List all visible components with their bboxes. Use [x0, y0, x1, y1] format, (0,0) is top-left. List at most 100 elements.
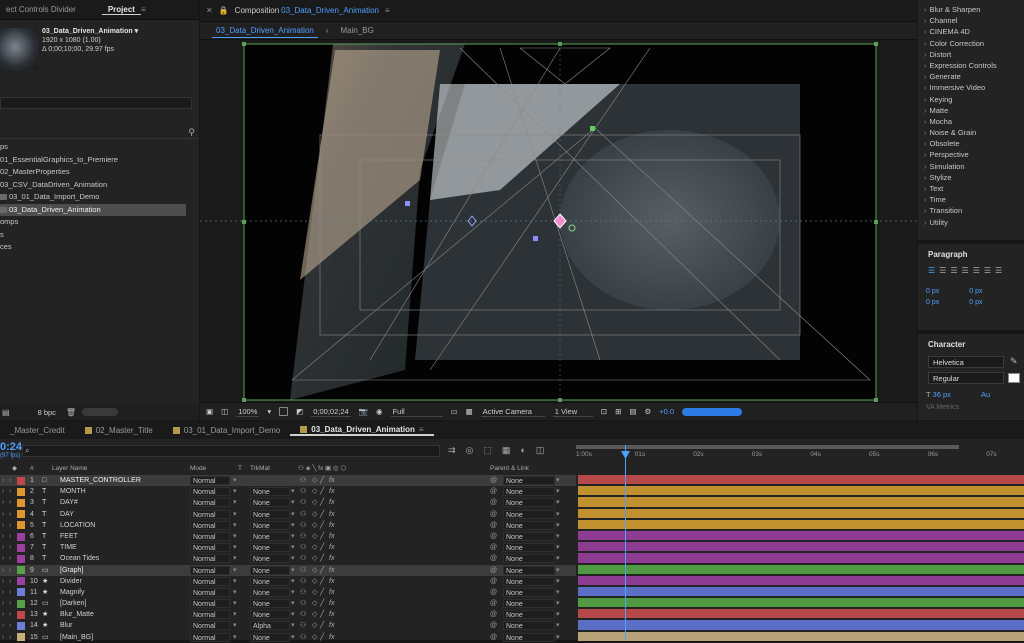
effect-category[interactable]: Blur & Sharpen: [918, 4, 1024, 15]
justify-left-icon[interactable]: ☰: [962, 266, 969, 275]
mode-chevron-icon[interactable]: ▾: [233, 632, 237, 643]
shy-switch-icon[interactable]: ⚇: [300, 509, 306, 520]
effect-category[interactable]: Matte: [918, 105, 1024, 116]
effect-category[interactable]: Channel: [918, 15, 1024, 26]
shy-switch-icon[interactable]: ⚇: [300, 542, 306, 553]
justify-right-icon[interactable]: ☰: [984, 266, 991, 275]
parent-chevron-icon[interactable]: ▾: [556, 576, 560, 587]
thumbnail-slider[interactable]: [82, 408, 119, 416]
effect-category[interactable]: Generate: [918, 71, 1024, 82]
project-item[interactable]: 01_EssentialGraphics_to_Premiere: [0, 154, 199, 167]
layer-row[interactable]: › › 6 T FEET Normal ▾ None ▾ ⚇ ◇ ╱ fx @ None ▾: [0, 531, 576, 542]
quality-switch-icon[interactable]: ╱: [320, 598, 324, 609]
effect-category[interactable]: CINEMA 4D: [918, 26, 1024, 37]
visibility-icon[interactable]: ›: [2, 565, 4, 576]
visibility-icon[interactable]: ›: [2, 542, 4, 553]
interpret-footage-icon[interactable]: ▤: [2, 408, 10, 417]
parent-pickwhip-icon[interactable]: @: [490, 475, 497, 486]
effects-switch-icon[interactable]: fx: [329, 587, 334, 598]
project-item[interactable]: 03_01_Data_Import_Demo: [0, 191, 199, 204]
label-color-swatch[interactable]: [17, 577, 25, 586]
shy-icon[interactable]: ⬚: [483, 445, 492, 456]
layer-duration-bar[interactable]: [578, 631, 1024, 641]
shy-switch-icon[interactable]: ⚇: [300, 531, 306, 542]
quality-switch-icon[interactable]: ╱: [320, 553, 324, 564]
trkmat-dropdown[interactable]: None: [250, 509, 290, 519]
expand-chevron-icon[interactable]: ›: [9, 598, 11, 609]
snapshot-icon[interactable]: ▣: [206, 407, 213, 416]
effects-switch-icon[interactable]: fx: [329, 576, 334, 587]
effects-switch-icon[interactable]: fx: [329, 497, 334, 508]
trkmat-chevron-icon[interactable]: ▾: [291, 609, 295, 620]
parent-chevron-icon[interactable]: ▾: [556, 565, 560, 576]
layer-name[interactable]: MONTH: [60, 486, 86, 497]
collapse-switch-icon[interactable]: ◇: [312, 542, 317, 553]
mode-chevron-icon[interactable]: ▾: [233, 531, 237, 542]
parent-pickwhip-icon[interactable]: @: [490, 576, 497, 587]
expand-chevron-icon[interactable]: ›: [9, 565, 11, 576]
lock-icon[interactable]: 🔒: [219, 6, 229, 15]
effects-switch-icon[interactable]: fx: [329, 475, 334, 486]
parent-pickwhip-icon[interactable]: @: [490, 609, 497, 620]
comp-title-name[interactable]: 03_Data_Driven_Animation: [281, 6, 385, 15]
trkmat-chevron-icon[interactable]: ▾: [291, 497, 295, 508]
timeline-search-input[interactable]: ⌕: [22, 445, 440, 457]
shy-switch-icon[interactable]: ⚇: [300, 576, 306, 587]
layer-row[interactable]: › › 1 □ MASTER_CONTROLLER Normal ▾ ⚇ ◇ ╱ fx @ None ▾: [0, 475, 576, 487]
pixel-aspect-icon[interactable]: ⊡: [601, 407, 607, 416]
layer-row[interactable]: › › 13 ★ Blur_Matte Normal ▾ None ▾ ⚇ ◇ ╱ fx @ None ▾: [0, 609, 576, 620]
effects-switch-icon[interactable]: fx: [329, 609, 334, 620]
parent-chevron-icon[interactable]: ▾: [556, 520, 560, 531]
layer-duration-bar[interactable]: [578, 553, 1024, 563]
label-color-swatch[interactable]: [17, 521, 25, 530]
trkmat-chevron-icon[interactable]: ▾: [291, 587, 295, 598]
layer-row[interactable]: › › 5 T LOCATION Normal ▾ None ▾ ⚇ ◇ ╱ fx @ None ▾: [0, 520, 576, 531]
mask-view-icon[interactable]: ◫: [221, 407, 228, 416]
layer-name[interactable]: TIME: [60, 542, 77, 553]
parent-dropdown[interactable]: None: [503, 543, 555, 553]
visibility-icon[interactable]: ›: [2, 598, 4, 609]
parent-dropdown[interactable]: None: [503, 576, 555, 586]
visibility-icon[interactable]: ›: [2, 620, 4, 631]
visibility-icon[interactable]: ›: [2, 632, 4, 643]
trkmat-dropdown[interactable]: None: [250, 599, 290, 609]
layer-duration-bar[interactable]: [578, 508, 1024, 518]
label-color-swatch[interactable]: [17, 599, 25, 608]
project-item[interactable]: ps: [0, 141, 199, 154]
effect-category[interactable]: Noise & Grain: [918, 127, 1024, 138]
parent-dropdown[interactable]: None: [503, 476, 555, 485]
expand-chevron-icon[interactable]: ›: [9, 531, 11, 542]
layer-name[interactable]: DAY#: [60, 497, 78, 508]
col-mode[interactable]: Mode: [190, 463, 206, 474]
project-item[interactable]: ces: [0, 241, 199, 254]
parent-chevron-icon[interactable]: ▾: [556, 553, 560, 564]
layer-name[interactable]: Magnify: [60, 587, 85, 598]
collapse-switch-icon[interactable]: ◇: [312, 632, 317, 643]
shy-switch-icon[interactable]: ⚇: [300, 565, 306, 576]
arrow-left-icon[interactable]: ‹: [322, 24, 333, 37]
expand-chevron-icon[interactable]: ›: [9, 497, 11, 508]
kerning-dropdown[interactable]: Metrics: [936, 404, 959, 411]
collapse-switch-icon[interactable]: ◇: [312, 486, 317, 497]
expand-chevron-icon[interactable]: ›: [9, 486, 11, 497]
parent-chevron-icon[interactable]: ▾: [556, 486, 560, 497]
layer-row[interactable]: › › 11 ★ Magnify Normal ▾ None ▾ ⚇ ◇ ╱ fx @ None ▾: [0, 587, 576, 598]
mode-dropdown[interactable]: Normal: [190, 520, 230, 530]
transparency-icon[interactable]: ◩: [296, 407, 303, 416]
layer-row[interactable]: › › 3 T DAY# Normal ▾ None ▾ ⚇ ◇ ╱ fx @ None ▾: [0, 497, 576, 508]
parent-pickwhip-icon[interactable]: @: [490, 620, 497, 631]
timeline-icon[interactable]: ▤: [629, 407, 636, 416]
expand-chevron-icon[interactable]: ›: [9, 475, 11, 486]
expand-chevron-icon[interactable]: ›: [9, 576, 11, 587]
label-color-swatch[interactable]: [17, 588, 25, 597]
layer-name[interactable]: FEET: [60, 531, 78, 542]
leading-field[interactable]: Au: [981, 390, 990, 399]
mode-dropdown[interactable]: Normal: [190, 509, 230, 519]
trkmat-chevron-icon[interactable]: ▾: [291, 520, 295, 531]
parent-dropdown[interactable]: None: [503, 621, 555, 631]
trkmat-chevron-icon[interactable]: ▾: [291, 598, 295, 609]
font-style-dropdown[interactable]: Regular: [928, 372, 1004, 384]
trkmat-chevron-icon[interactable]: ▾: [291, 509, 295, 520]
parent-chevron-icon[interactable]: ▾: [556, 632, 560, 643]
project-item[interactable]: omps: [0, 216, 199, 229]
